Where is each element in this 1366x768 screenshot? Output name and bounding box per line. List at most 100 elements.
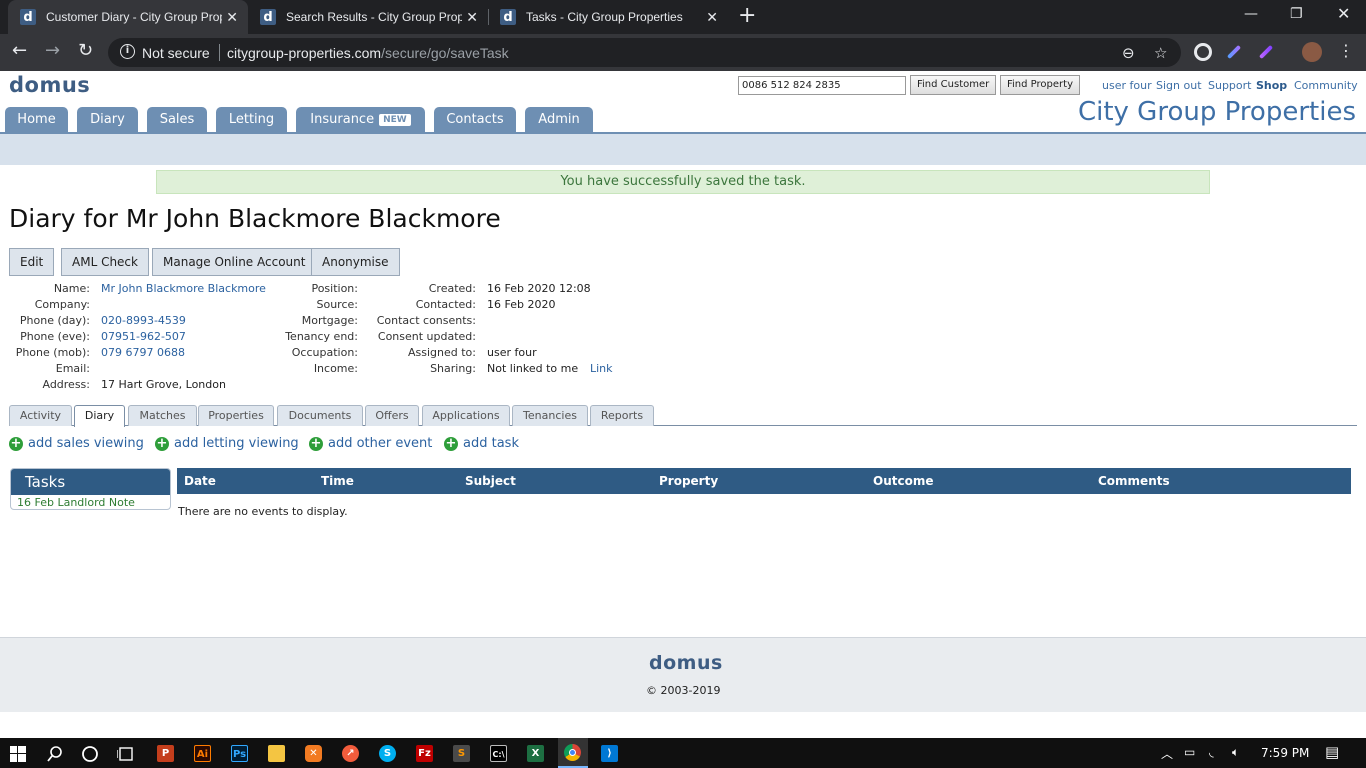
close-tab-icon[interactable]: ✕ <box>466 9 478 26</box>
browser-tab-tasks[interactable]: d Tasks - City Group Properties ✕ <box>488 0 728 34</box>
windows-start-icon[interactable] <box>10 746 26 762</box>
cortana-icon[interactable] <box>81 745 99 763</box>
wifi-icon[interactable]: ◟ <box>1209 745 1214 759</box>
domus-favicon-icon: d <box>500 9 516 25</box>
nav-tab-contacts[interactable]: Contacts <box>434 107 516 132</box>
info-icon[interactable]: i <box>120 44 135 59</box>
column-time[interactable]: Time <box>321 474 354 488</box>
user-link[interactable]: user four <box>1102 79 1152 92</box>
taskbar-active-app[interactable] <box>558 738 588 768</box>
subtab-properties[interactable]: Properties <box>198 405 274 426</box>
nav-tab-admin[interactable]: Admin <box>525 107 593 132</box>
column-property[interactable]: Property <box>659 474 718 488</box>
shop-link[interactable]: Shop <box>1256 79 1287 92</box>
find-property-button[interactable]: Find Property <box>1000 75 1080 95</box>
address-bar[interactable]: i Not secure citygroup-properties.com/se… <box>108 38 1181 67</box>
nav-tab-home[interactable]: Home <box>5 107 68 132</box>
restore-icon[interactable]: ❐ <box>1290 6 1303 22</box>
manage-online-account-button[interactable]: Manage Online Account <box>152 248 317 276</box>
subtab-diary[interactable]: Diary <box>74 405 125 427</box>
illustrator-icon[interactable]: Ai <box>194 745 211 762</box>
command-prompt-icon[interactable]: C:\ <box>490 745 507 762</box>
browser-tab-search-results[interactable]: d Search Results - City Group Properties… <box>248 0 488 34</box>
file-explorer-icon[interactable] <box>268 745 285 762</box>
aml-check-button[interactable]: AML Check <box>61 248 149 276</box>
name-value[interactable]: Mr John Blackmore Blackmore <box>101 281 266 297</box>
extension-icon[interactable] <box>1194 43 1212 61</box>
anonymise-button[interactable]: Anonymise <box>311 248 400 276</box>
sharing-link[interactable]: Link <box>590 361 613 377</box>
filezilla-icon[interactable]: Fz <box>416 745 433 762</box>
sharing-label: Sharing: <box>430 362 476 375</box>
sign-out-link[interactable]: Sign out <box>1156 79 1202 92</box>
clock[interactable]: 7:59 PM <box>1261 746 1309 760</box>
minimize-icon[interactable]: — <box>1244 6 1258 22</box>
phone-day-value[interactable]: 020-8993-4539 <box>101 313 186 329</box>
column-outcome[interactable]: Outcome <box>873 474 933 488</box>
profile-avatar[interactable] <box>1302 42 1322 62</box>
find-customer-button[interactable]: Find Customer <box>910 75 997 95</box>
close-window-icon[interactable]: ✕ <box>1337 4 1350 23</box>
subtab-applications[interactable]: Applications <box>422 405 510 426</box>
phone-mob-value[interactable]: 079 6797 0688 <box>101 345 185 361</box>
back-icon[interactable]: ← <box>12 41 27 61</box>
close-tab-icon[interactable]: ✕ <box>226 9 238 26</box>
task-item[interactable]: 16 Feb Landlord Note <box>11 495 170 510</box>
sublime-text-icon[interactable]: S <box>453 745 470 762</box>
powerpoint-icon[interactable]: P <box>157 745 174 762</box>
community-link[interactable]: Community <box>1294 79 1358 92</box>
subtab-documents[interactable]: Documents <box>277 405 363 426</box>
subtab-offers[interactable]: Offers <box>365 405 419 426</box>
created-label: Created: <box>428 282 476 295</box>
new-tab-icon[interactable]: + <box>738 5 756 27</box>
browser-menu-icon[interactable]: ⋮ <box>1338 41 1354 61</box>
nav-tab-insurance[interactable]: Insurance NEW <box>296 107 425 132</box>
edit-button[interactable]: Edit <box>9 248 55 276</box>
search-input[interactable] <box>738 76 906 95</box>
volume-icon[interactable]: 🔈︎ <box>1232 745 1239 760</box>
battery-icon[interactable]: ▭ <box>1184 745 1195 759</box>
column-comments[interactable]: Comments <box>1098 474 1170 488</box>
vscode-icon[interactable]: ⟩ <box>601 745 618 762</box>
forward-icon[interactable]: → <box>45 41 60 61</box>
subtab-tenancies[interactable]: Tenancies <box>512 405 588 426</box>
action-center-icon[interactable]: ▤ <box>1325 743 1339 761</box>
add-letting-viewing-link[interactable]: + add letting viewing <box>155 436 299 451</box>
close-tab-icon[interactable]: ✕ <box>706 9 718 26</box>
support-link[interactable]: Support <box>1208 79 1251 92</box>
feather-extension-icon[interactable] <box>1258 44 1274 60</box>
photoshop-icon[interactable]: Ps <box>231 745 248 762</box>
tasks-title: Tasks <box>11 469 170 495</box>
add-task-link[interactable]: + add task <box>444 436 519 451</box>
search-icon[interactable] <box>46 745 64 763</box>
zoom-icon[interactable]: ⊖ <box>1122 44 1135 62</box>
nav-tab-diary[interactable]: Diary <box>77 107 138 132</box>
excel-icon[interactable]: X <box>527 745 544 762</box>
nav-tab-label: Admin <box>538 112 580 127</box>
add-other-event-link[interactable]: + add other event <box>309 436 432 451</box>
pen-extension-icon[interactable] <box>1226 44 1242 60</box>
app-icon[interactable]: ↗ <box>342 745 359 762</box>
phone-day-label: Phone (day): <box>19 314 90 327</box>
column-date[interactable]: Date <box>184 474 216 488</box>
nav-tab-sales[interactable]: Sales <box>147 107 207 132</box>
tray-expand-icon[interactable]: ︿ <box>1161 745 1173 762</box>
task-view-icon[interactable] <box>117 745 135 763</box>
subtab-activity[interactable]: Activity <box>9 405 72 426</box>
browser-tab-title: Search Results - City Group Properties <box>286 10 462 24</box>
bookmark-star-icon[interactable]: ☆ <box>1154 44 1167 62</box>
add-sales-viewing-link[interactable]: + add sales viewing <box>9 436 144 451</box>
subtab-reports[interactable]: Reports <box>590 405 654 426</box>
url-text[interactable]: citygroup-properties.com/secure/go/saveT… <box>227 45 509 61</box>
browser-tab-customer-diary[interactable]: d Customer Diary - City Group Properties… <box>8 0 248 34</box>
reload-icon[interactable]: ↻ <box>78 41 93 61</box>
phone-eve-value[interactable]: 07951-962-507 <box>101 329 186 345</box>
skype-icon[interactable]: S <box>379 745 396 762</box>
subtab-matches[interactable]: Matches <box>128 405 197 426</box>
column-subject[interactable]: Subject <box>465 474 516 488</box>
xampp-icon[interactable]: ✕ <box>305 745 322 762</box>
source-label: Source: <box>316 298 359 311</box>
nav-tab-letting[interactable]: Letting <box>216 107 287 132</box>
nav-tab-label: Contacts <box>446 112 504 127</box>
domus-logo[interactable]: domus <box>9 73 90 97</box>
